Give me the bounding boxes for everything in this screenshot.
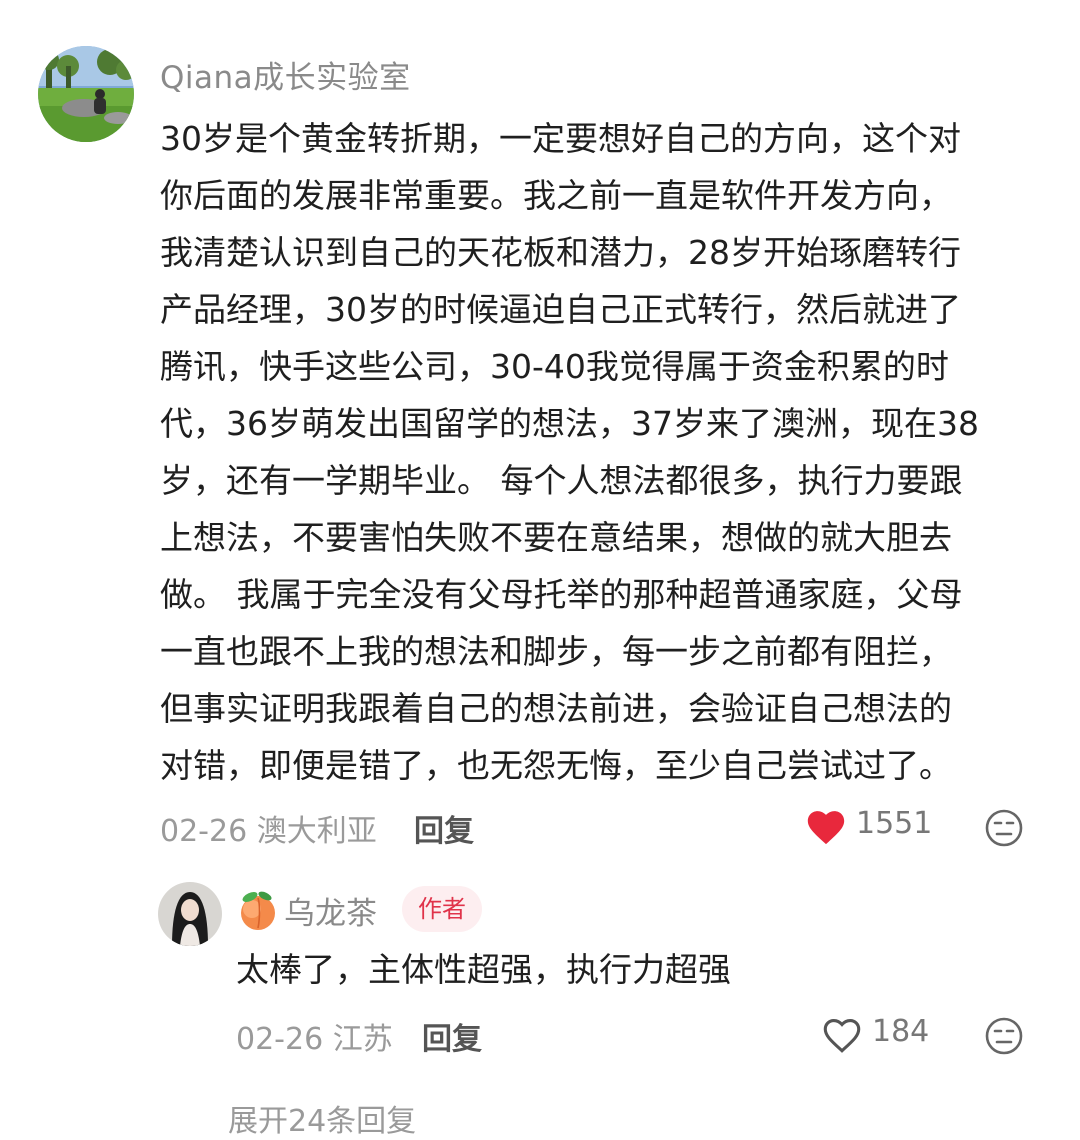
comment-line: 上想法，不要害怕失败不要在意结果，想做的就大胆去 (160, 518, 952, 557)
author-badge: 作者 (402, 886, 482, 932)
comment-line: 做。 我属于完全没有父母托举的那种超普通家庭，父母 (160, 575, 963, 614)
comment-body: 30岁是个黄金转折期，一定要想好自己的方向，这个对 你后面的发展非常重要。我之前… (160, 110, 1040, 794)
reply-body: 太棒了，主体性超强，执行力超强 (236, 950, 731, 989)
heart-filled-icon[interactable] (804, 806, 848, 846)
reply-like-count: 184 (872, 1014, 930, 1049)
reply-location: 江苏 (332, 1022, 393, 1057)
comment-line: 你后面的发展非常重要。我之前一直是软件开发方向， (160, 176, 952, 215)
dislike-face-icon[interactable] (984, 1016, 1024, 1056)
dislike-face-icon[interactable] (984, 808, 1024, 848)
comment-reply-button[interactable]: 回复 (414, 806, 474, 850)
comment-line: 但事实证明我跟着自己的想法前进，会验证自己想法的 (160, 689, 952, 728)
comment-line: 对错，即便是错了，也无怨无悔，至少自己尝试过了。 (160, 746, 952, 785)
comment-line: 代，36岁萌发出国留学的想法，37岁来了澳洲，现在38 (160, 404, 979, 443)
reply-avatar[interactable] (158, 882, 222, 946)
comment-line: 30岁是个黄金转折期，一定要想好自己的方向，这个对 (160, 119, 961, 158)
reply-date: 02-26 (236, 1022, 324, 1057)
comment-line: 一直也跟不上我的想法和脚步，每一步之前都有阻拦， (160, 632, 952, 671)
comment-meta: 02-26 澳大利亚 回复 1551 (160, 800, 1040, 852)
reply-username[interactable]: 乌龙茶 (284, 888, 377, 933)
commenter-username[interactable]: Qiana成长实验室 (160, 52, 411, 97)
comment-location: 澳大利亚 (256, 814, 377, 849)
reply-date-location: 02-26 江苏 (236, 1014, 393, 1058)
reply-reply-button[interactable]: 回复 (422, 1014, 482, 1058)
comment-date: 02-26 (160, 814, 248, 849)
peach-icon (241, 891, 275, 930)
heart-outline-icon[interactable] (820, 1014, 864, 1054)
comment-line: 产品经理，30岁的时候逼迫自己正式转行，然后就进了 (160, 290, 961, 329)
landscape-avatar-icon (38, 46, 134, 142)
commenter-avatar[interactable] (38, 46, 134, 142)
comment-like-count: 1551 (856, 806, 933, 841)
comment-date-location: 02-26 澳大利亚 (160, 806, 377, 850)
comment-line: 腾讯，快手这些公司，30-40我觉得属于资金积累的时 (160, 347, 949, 386)
person-avatar-icon (158, 882, 222, 946)
reply-meta: 02-26 江苏 回复 184 (236, 1008, 1040, 1060)
comment-line: 岁，还有一学期毕业。 每个人想法都很多，执行力要跟 (160, 461, 963, 500)
expand-replies-link[interactable]: 展开24条回复 (228, 1096, 416, 1140)
comment-line: 我清楚认识到自己的天花板和潜力，28岁开始琢磨转行 (160, 233, 961, 272)
